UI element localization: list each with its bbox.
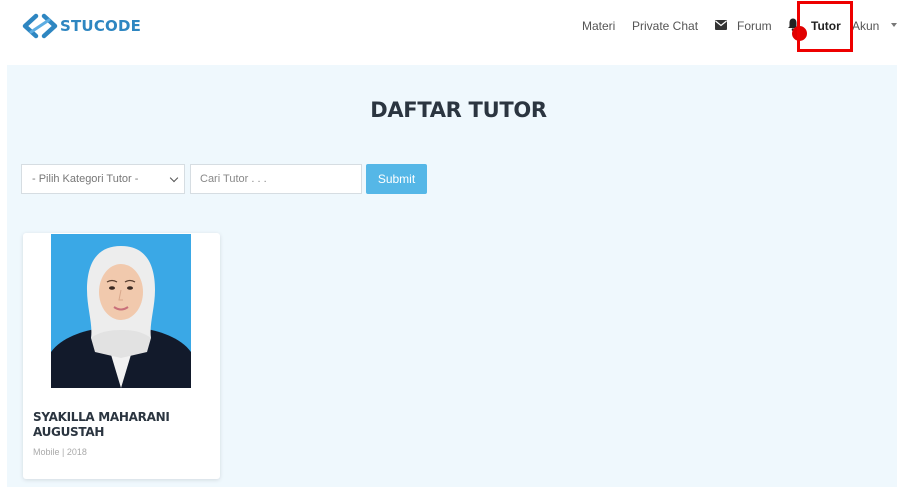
tutor-highlight-box — [797, 1, 853, 52]
nav-item-materi[interactable]: Materi — [582, 19, 615, 33]
tutor-portrait-image — [51, 234, 191, 388]
main-content: DAFTAR TUTOR - Pilih Kategori Tutor - Su… — [7, 65, 897, 487]
tutor-name[interactable]: SYAKILLA MAHARANI AUGUSTAH — [33, 410, 213, 440]
category-select-value: - Pilih Kategori Tutor - — [32, 173, 139, 185]
tutor-card[interactable]: SYAKILLA MAHARANI AUGUSTAH Mobile | 2018 — [23, 233, 220, 479]
nav-menu: Materi Private Chat Forum Tutor Akun — [0, 17, 904, 41]
search-tutor-input[interactable] — [190, 164, 362, 194]
envelope-icon[interactable] — [715, 20, 727, 30]
tutor-meta: Mobile | 2018 — [33, 447, 87, 457]
category-select[interactable]: - Pilih Kategori Tutor - — [21, 164, 185, 194]
chevron-down-icon — [169, 173, 179, 183]
nav-item-forum[interactable]: Forum — [737, 19, 772, 33]
navbar: STUCODE Materi Private Chat Forum Tutor … — [0, 0, 904, 56]
page-title: DAFTAR TUTOR — [370, 98, 547, 122]
nav-item-private-chat[interactable]: Private Chat — [632, 19, 698, 33]
nav-item-akun[interactable]: Akun — [852, 19, 879, 33]
tutor-photo[interactable] — [51, 234, 191, 388]
caret-down-icon[interactable] — [891, 23, 897, 27]
submit-button[interactable]: Submit — [366, 164, 427, 194]
